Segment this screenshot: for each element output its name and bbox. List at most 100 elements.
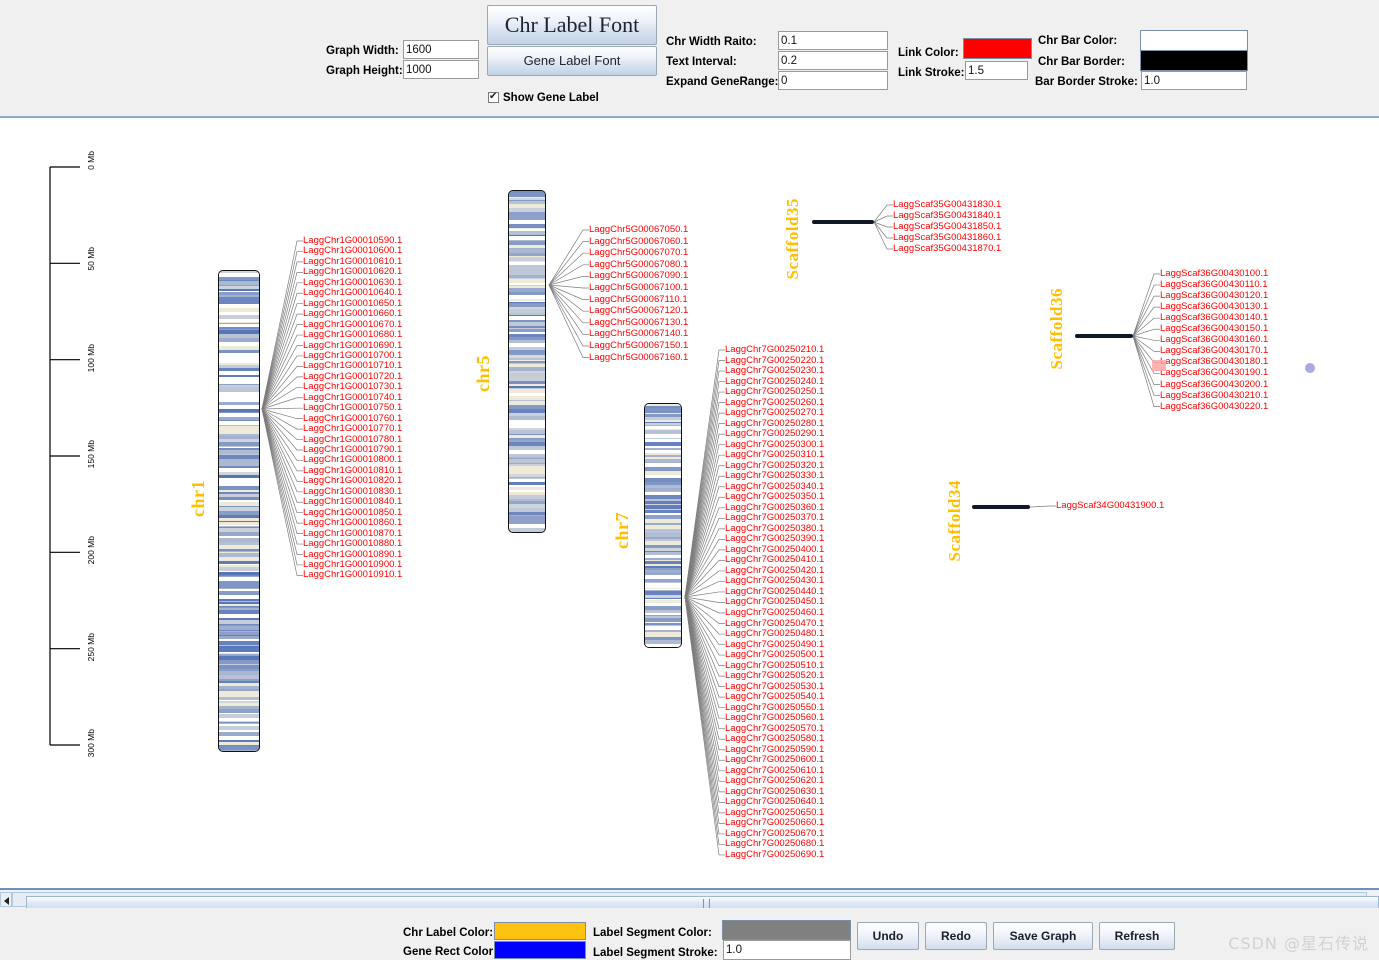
gene-label[interactable]: LaggChr7G00250620.1 [725,776,824,786]
gene-label[interactable]: LaggChr5G00067140.1 [589,329,688,339]
gene-label[interactable]: LaggChr7G00250240.1 [725,376,824,387]
marker-dot[interactable] [1305,363,1315,373]
gene-label[interactable]: LaggScaf36G00430120.1 [1160,291,1268,301]
undo-button[interactable]: Undo [857,922,919,950]
gene-label[interactable]: LaggScaf34G00431900.1 [1056,501,1164,511]
gene-label[interactable]: LaggChr7G00250510.1 [725,660,824,671]
gene-label[interactable]: LaggScaf36G00430130.1 [1160,302,1268,312]
gene-label[interactable]: LaggChr7G00250220.1 [725,355,824,366]
chr-bar-border-swatch[interactable] [1140,50,1248,71]
gene-label[interactable]: LaggChr1G00010680.1 [303,330,402,340]
expand-generange-input[interactable]: 0 [778,71,888,90]
gene-label[interactable]: LaggChr7G00250320.1 [725,460,824,471]
gene-label[interactable]: LaggChr1G00010730.1 [303,382,402,392]
gene-label[interactable]: LaggChr7G00250610.1 [725,765,824,776]
gene-label[interactable]: LaggChr1G00010640.1 [303,288,402,298]
gene-label[interactable]: LaggScaf36G00430180.1 [1160,357,1268,367]
gene-label[interactable]: LaggChr7G00250260.1 [725,397,824,408]
gene-label[interactable]: LaggChr5G00067150.1 [589,341,688,351]
gene-label[interactable]: LaggChr1G00010890.1 [303,549,402,560]
gene-label[interactable]: LaggScaf36G00430210.1 [1160,390,1268,401]
link-color-swatch[interactable] [963,38,1032,59]
gene-label[interactable]: LaggChr7G00250590.1 [725,744,824,755]
gene-label[interactable]: LaggChr1G00010910.1 [303,570,402,580]
gene-label[interactable]: LaggScaf35G00431850.1 [893,222,1001,232]
gene-label[interactable]: LaggChr7G00250380.1 [725,523,824,534]
chr-width-ratio-input[interactable]: 0.1 [778,31,888,50]
gene-label[interactable]: LaggChr7G00250370.1 [725,513,824,523]
gene-label[interactable]: LaggScaf35G00431840.1 [893,211,1001,221]
gene-label[interactable]: LaggChr1G00010750.1 [303,403,402,413]
chromosome-bar-chr5[interactable] [508,190,546,533]
gene-label[interactable]: LaggChr5G00067120.1 [589,306,688,316]
gene-label[interactable]: LaggChr7G00250460.1 [725,608,824,618]
gene-label[interactable]: LaggChr7G00250600.1 [725,755,824,765]
gene-label[interactable]: LaggScaf36G00430200.1 [1160,379,1268,390]
gene-label[interactable]: LaggChr7G00250330.1 [725,471,824,481]
gene-label[interactable]: LaggChr1G00010800.1 [303,455,402,465]
gene-label[interactable]: LaggChr7G00250480.1 [725,629,824,639]
gene-label[interactable]: LaggChr7G00250280.1 [725,418,824,429]
gene-label[interactable]: LaggChr7G00250210.1 [725,345,824,355]
gene-label[interactable]: LaggChr7G00250550.1 [725,702,824,713]
gene-label[interactable]: LaggChr5G00067160.1 [589,352,688,363]
gene-label[interactable]: LaggChr7G00250270.1 [725,408,824,418]
gene-label[interactable]: LaggChr7G00250520.1 [725,671,824,681]
gene-label[interactable]: LaggScaf36G00430190.1 [1160,368,1268,378]
gene-label[interactable]: LaggChr7G00250300.1 [725,439,824,450]
gene-label[interactable]: LaggChr5G00067070.1 [589,248,688,258]
scrollbar-track[interactable] [12,892,1379,909]
bar-border-stroke-input[interactable]: 1.0 [1141,71,1247,90]
gene-label[interactable]: LaggChr1G00010820.1 [303,476,402,486]
scroll-left-arrow-icon[interactable] [0,892,12,907]
chr-label-color-swatch[interactable] [494,922,586,940]
gene-label[interactable]: LaggChr5G00067080.1 [589,259,688,270]
gene-label[interactable]: LaggChr7G00250540.1 [725,692,824,702]
gene-label[interactable]: LaggChr7G00250440.1 [725,586,824,597]
gene-label[interactable]: LaggScaf36G00430170.1 [1160,346,1268,356]
gene-label[interactable]: LaggChr7G00250230.1 [725,366,824,376]
gene-label[interactable]: LaggChr7G00250340.1 [725,481,824,492]
graph-width-input[interactable]: 1600 [403,40,479,59]
scaffold-bar-Scaffold34[interactable] [972,505,1030,509]
gene-label[interactable]: LaggChr7G00250660.1 [725,818,824,828]
save-graph-button[interactable]: Save Graph [993,922,1093,950]
gene-label[interactable]: LaggScaf36G00430140.1 [1160,313,1268,323]
chr-bar-color-swatch[interactable] [1140,30,1248,51]
scaffold-bar-Scaffold35[interactable] [812,220,874,224]
gene-label[interactable]: LaggChr7G00250570.1 [725,723,824,734]
gene-label[interactable]: LaggChr7G00250360.1 [725,502,824,513]
gene-label[interactable]: LaggChr1G00010620.1 [303,267,402,277]
gene-label[interactable]: LaggChr1G00010660.1 [303,309,402,319]
gene-label[interactable]: LaggChr7G00250290.1 [725,429,824,439]
gene-label[interactable]: LaggScaf36G00430150.1 [1160,324,1268,334]
gene-label[interactable]: LaggChr7G00250350.1 [725,492,824,502]
gene-label[interactable]: LaggChr7G00250430.1 [725,576,824,586]
gene-label[interactable]: LaggScaf36G00430100.1 [1160,269,1268,279]
gene-label[interactable]: LaggChr7G00250390.1 [725,534,824,544]
gene-label[interactable]: LaggChr7G00250490.1 [725,639,824,650]
gene-label[interactable]: LaggChr7G00250640.1 [725,797,824,807]
horizontal-scrollbar[interactable] [0,888,1379,909]
gene-rect-color-swatch[interactable] [494,941,586,959]
chromosome-bar-chr7[interactable] [644,403,682,648]
gene-label[interactable]: LaggChr7G00250250.1 [725,387,824,397]
link-stroke-input[interactable]: 1.5 [965,61,1028,80]
gene-label[interactable]: LaggChr7G00250670.1 [725,828,824,839]
gene-label[interactable]: LaggChr1G00010600.1 [303,246,402,256]
graph-canvas[interactable]: 0 Mb 50 Mb 100 Mb 150 Mb 200 Mb 250 Mb 300 Mb c… [0,118,1379,888]
gene-label[interactable]: LaggChr1G00010860.1 [303,518,402,528]
gene-label[interactable]: LaggChr1G00010840.1 [303,497,402,507]
gene-label[interactable]: LaggScaf35G00431860.1 [893,233,1001,243]
gene-label[interactable]: LaggChr7G00250580.1 [725,734,824,744]
gene-label[interactable]: LaggChr7G00250530.1 [725,681,824,692]
gene-label[interactable]: LaggChr1G00010770.1 [303,424,402,434]
gene-label[interactable]: LaggChr5G00067100.1 [589,283,688,293]
gene-label[interactable]: LaggChr7G00250470.1 [725,618,824,629]
checkbox-icon[interactable] [488,90,499,103]
scaffold-bar-Scaffold36[interactable] [1075,334,1133,338]
gene-label[interactable]: LaggChr7G00250500.1 [725,650,824,660]
chromosome-bar-chr1[interactable] [218,270,260,752]
gene-label[interactable]: LaggChr5G00067050.1 [589,225,688,235]
gene-label[interactable]: LaggChr7G00250680.1 [725,839,824,849]
